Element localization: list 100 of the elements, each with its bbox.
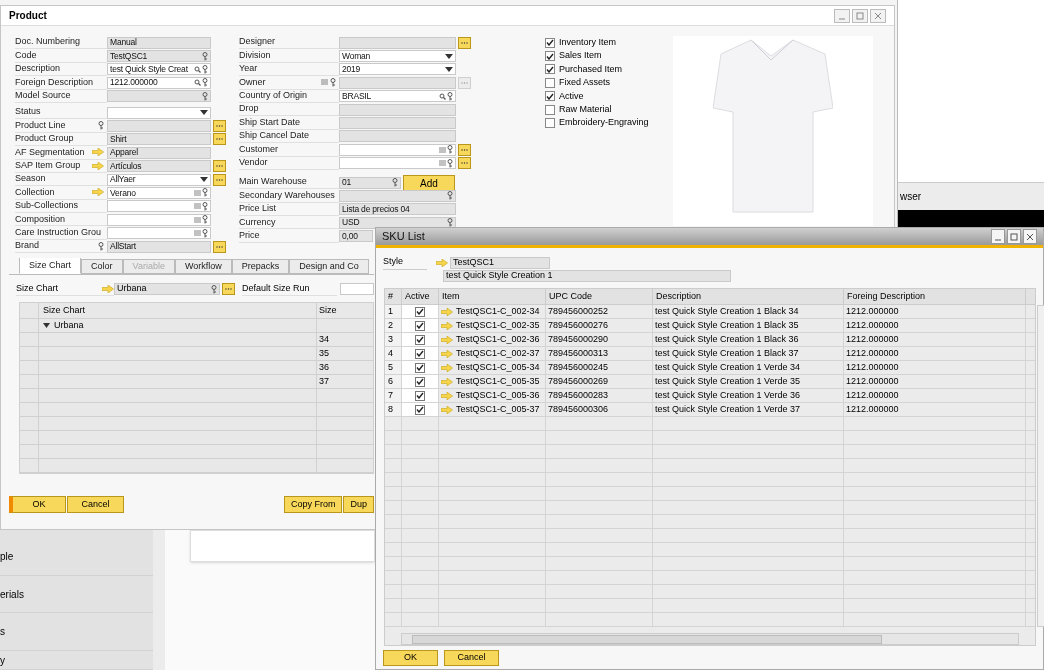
form-field[interactable] xyxy=(107,120,211,133)
form-field[interactable]: 01 xyxy=(339,176,401,189)
dialog-button[interactable]: Cancel xyxy=(67,496,124,513)
link-arrow-icon[interactable] xyxy=(441,335,453,344)
browse-button[interactable] xyxy=(213,240,226,253)
checkbox[interactable] xyxy=(415,348,425,359)
form-field[interactable]: Woman xyxy=(339,50,456,63)
form-field[interactable]: Urbana xyxy=(114,283,220,295)
horizontal-scrollbar[interactable] xyxy=(401,633,1019,645)
form-field[interactable]: Manual xyxy=(107,36,211,49)
checkbox[interactable] xyxy=(545,91,555,102)
checkbox[interactable] xyxy=(415,306,425,317)
checkbox[interactable] xyxy=(545,37,555,48)
browse-button[interactable] xyxy=(458,36,471,49)
form-field[interactable]: 1212.000000 xyxy=(107,76,211,89)
checkbox[interactable] xyxy=(415,320,425,331)
tab[interactable]: Color xyxy=(81,259,123,274)
form-field[interactable] xyxy=(339,103,456,116)
checkbox[interactable] xyxy=(545,118,555,129)
link-arrow-icon[interactable] xyxy=(441,363,453,372)
link-arrow-icon[interactable] xyxy=(441,321,453,330)
column-header[interactable]: Active xyxy=(405,289,430,304)
form-field[interactable]: AllStart xyxy=(107,240,211,253)
checkbox[interactable] xyxy=(545,51,555,62)
sidebar-item[interactable]: y xyxy=(0,652,5,668)
form-field[interactable]: TestQSC1 xyxy=(450,256,550,269)
form-field[interactable] xyxy=(339,157,456,170)
browse-button[interactable] xyxy=(213,120,226,133)
form-field[interactable] xyxy=(107,227,211,240)
maximize-button[interactable] xyxy=(852,8,868,23)
dialog-button[interactable]: OK xyxy=(9,496,66,513)
checkbox[interactable] xyxy=(415,376,425,387)
dropdown-caret-icon[interactable] xyxy=(200,177,208,183)
checkbox[interactable] xyxy=(545,77,555,88)
link-arrow-icon[interactable] xyxy=(441,377,453,386)
dialog-button[interactable]: Dup xyxy=(343,496,374,513)
checkbox[interactable] xyxy=(415,362,425,373)
form-field[interactable]: test Quick Style Creation 1 xyxy=(443,270,731,282)
link-arrow-icon[interactable] xyxy=(102,284,114,293)
form-field[interactable] xyxy=(107,106,211,119)
tab[interactable]: Size Chart xyxy=(19,258,82,274)
form-field[interactable] xyxy=(340,283,374,295)
checkbox[interactable] xyxy=(545,64,555,75)
form-field[interactable]: 2019 xyxy=(339,63,456,76)
checkbox[interactable] xyxy=(415,404,425,415)
dialog-button[interactable]: OK xyxy=(383,650,438,666)
form-field[interactable]: Lista de precios 04 xyxy=(339,203,456,216)
link-arrow-icon[interactable] xyxy=(441,349,453,358)
tab[interactable]: Design and Co xyxy=(289,259,369,274)
form-field[interactable] xyxy=(339,76,456,89)
column-header[interactable]: Foreing Description xyxy=(847,289,926,304)
form-field[interactable] xyxy=(107,90,211,103)
column-header[interactable]: Item xyxy=(442,289,460,304)
browse-button[interactable] xyxy=(458,143,471,156)
link-arrow-icon[interactable] xyxy=(436,258,448,267)
checkbox[interactable] xyxy=(415,334,425,345)
close-button[interactable] xyxy=(870,8,886,23)
dialog-button[interactable]: Cancel xyxy=(444,650,499,666)
form-field[interactable] xyxy=(339,36,456,49)
checkbox[interactable] xyxy=(415,390,425,401)
link-arrow-icon[interactable] xyxy=(441,405,453,414)
minimize-button[interactable] xyxy=(834,8,850,23)
form-field[interactable] xyxy=(339,190,456,202)
form-field[interactable]: BRASIL xyxy=(339,90,456,103)
close-button[interactable] xyxy=(1023,229,1037,244)
form-field[interactable]: Artículos xyxy=(107,160,211,173)
dropdown-caret-icon[interactable] xyxy=(200,110,208,116)
browse-button[interactable] xyxy=(213,133,226,146)
form-field[interactable] xyxy=(339,117,456,130)
dialog-button[interactable]: Copy From xyxy=(283,496,343,513)
form-field[interactable]: test Quick Style Creat xyxy=(107,63,211,76)
minimize-button[interactable] xyxy=(991,229,1005,244)
browse-button[interactable] xyxy=(213,173,226,186)
form-field[interactable]: TestQSC1 xyxy=(107,50,211,63)
column-header[interactable]: UPC Code xyxy=(549,289,593,304)
scrollbar-thumb[interactable] xyxy=(412,634,882,644)
form-field[interactable]: AllYaer xyxy=(107,173,211,186)
form-field[interactable] xyxy=(339,143,456,156)
add-button[interactable]: Add xyxy=(403,174,455,191)
form-field[interactable]: Shirt xyxy=(107,133,211,146)
browse-button[interactable] xyxy=(458,157,471,170)
sidebar-item[interactable]: erials xyxy=(0,586,24,602)
link-arrow-icon[interactable] xyxy=(441,391,453,400)
form-field[interactable] xyxy=(339,130,456,143)
link-arrow-icon[interactable] xyxy=(92,188,104,197)
form-field[interactable]: USD xyxy=(339,216,456,229)
sidebar-item[interactable]: s xyxy=(0,624,5,640)
browse-button[interactable] xyxy=(222,283,235,295)
collapse-triangle-icon[interactable] xyxy=(43,323,50,328)
form-field[interactable]: Apparel xyxy=(107,146,211,159)
tab[interactable]: Workflow xyxy=(174,259,232,274)
link-arrow-icon[interactable] xyxy=(92,148,104,157)
column-header[interactable]: Description xyxy=(656,289,702,304)
column-header[interactable]: # xyxy=(388,289,393,304)
form-field[interactable]: Verano xyxy=(107,187,211,199)
form-field[interactable] xyxy=(107,200,211,213)
browse-button[interactable] xyxy=(213,160,226,173)
tab[interactable]: Prepacks xyxy=(231,259,290,274)
form-field[interactable]: 0,00 xyxy=(339,230,373,243)
sidebar-item[interactable]: ple xyxy=(0,548,14,564)
